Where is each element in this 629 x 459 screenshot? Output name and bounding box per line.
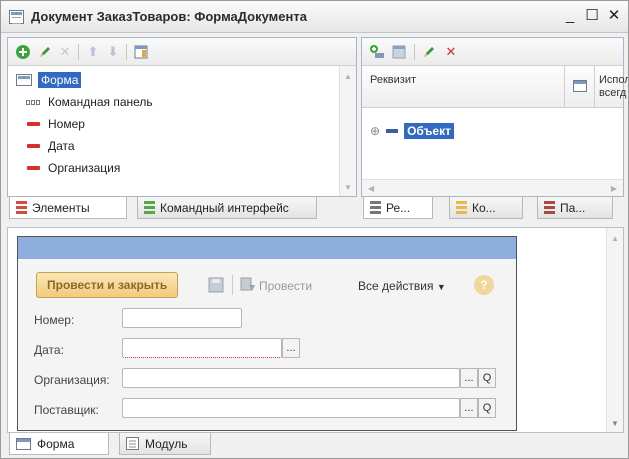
close-button[interactable]: ✕ xyxy=(605,7,623,25)
tree-item-label: Дата xyxy=(48,139,75,153)
tab-label: Элементы xyxy=(32,200,90,215)
scroll-up-icon[interactable]: ▲ xyxy=(344,72,352,81)
add-table-icon[interactable] xyxy=(390,43,408,61)
chevron-down-icon: ▼ xyxy=(436,282,446,292)
elements-toolbar: ✕ ⬆ ⬇ xyxy=(8,38,356,66)
tree-item-label: Форма xyxy=(38,72,82,88)
move-down-icon[interactable]: ⬇ xyxy=(104,43,122,61)
tab-module[interactable]: Модуль xyxy=(119,433,211,455)
scroll-left-icon[interactable]: ◀ xyxy=(368,184,374,193)
commands-tab-icon xyxy=(456,201,467,214)
column-always-use: Испол всегд xyxy=(594,66,628,107)
tree-item-organization[interactable]: Организация xyxy=(26,157,120,179)
organization-input[interactable] xyxy=(122,368,460,388)
minimize-button[interactable]: _ xyxy=(561,7,579,25)
tab-command-interface[interactable]: Командный интерфейс xyxy=(137,197,317,219)
tree-item-label: Командная панель xyxy=(48,95,153,109)
scroll-up-icon[interactable]: ▲ xyxy=(611,234,619,243)
document-icon xyxy=(9,10,24,24)
field-icon xyxy=(26,162,42,174)
edit-icon[interactable] xyxy=(36,43,54,61)
move-up-icon[interactable]: ⬆ xyxy=(84,43,102,61)
preview-vertical-scrollbar[interactable]: ▲ ▼ xyxy=(606,228,623,432)
scroll-down-icon[interactable]: ▼ xyxy=(344,183,352,192)
attribute-row-object[interactable]: ⊕ Объект xyxy=(370,122,454,140)
field-icon xyxy=(26,140,42,152)
tree-item-label: Организация xyxy=(48,161,121,175)
elements-tab-icon xyxy=(16,201,27,214)
title-bar: Документ ЗаказТоваров: ФормаДокумента _ … xyxy=(1,1,628,33)
help-button[interactable]: ? xyxy=(474,275,494,295)
window-title: Документ ЗаказТоваров: ФормаДокумента xyxy=(31,9,307,24)
edit-icon[interactable] xyxy=(420,43,438,61)
tree-item-form[interactable]: Форма xyxy=(16,69,82,91)
tab-label: Ко... xyxy=(472,200,496,215)
organization-search-icon[interactable]: Q xyxy=(478,368,496,388)
form-icon xyxy=(16,437,31,450)
tab-commands[interactable]: Ко... xyxy=(449,197,523,219)
supplier-search-icon[interactable]: Q xyxy=(478,398,496,418)
post-and-close-button[interactable]: Провести и закрыть xyxy=(36,272,179,298)
tab-form[interactable]: Форма xyxy=(9,433,109,455)
attributes-horizontal-scrollbar[interactable]: ◀ ▶ xyxy=(362,179,623,196)
add-attribute-icon[interactable] xyxy=(368,43,386,61)
tree-item-number[interactable]: Номер xyxy=(26,113,85,135)
form-preview-header xyxy=(18,237,516,259)
expand-icon[interactable]: ⊕ xyxy=(370,124,380,138)
supplier-input[interactable] xyxy=(122,398,460,418)
command-panel-icon xyxy=(26,96,42,108)
scroll-right-icon[interactable]: ▶ xyxy=(611,184,617,193)
form-designer-window: Документ ЗаказТоваров: ФормаДокумента _ … xyxy=(0,0,629,459)
tab-label: Форма xyxy=(37,436,75,451)
module-icon xyxy=(126,437,139,450)
command-interface-tab-icon xyxy=(144,201,155,214)
tab-label: Командный интерфейс xyxy=(160,200,289,215)
object-icon xyxy=(386,129,399,133)
attributes-panel: ✕ Реквизит Испол всегд ⊕ Объект ◀ ▶ xyxy=(361,37,628,197)
tab-label: Модуль xyxy=(145,436,188,451)
post-button[interactable]: Провести xyxy=(259,279,312,293)
attributes-toolbar: ✕ xyxy=(362,38,623,66)
attributes-tab-icon xyxy=(370,201,381,214)
field-label-supplier: Поставщик: xyxy=(34,403,99,417)
field-label-number: Номер: xyxy=(34,313,75,327)
tab-label: Па... xyxy=(560,200,586,215)
save-icon[interactable] xyxy=(208,277,224,296)
field-label-organization: Организация: xyxy=(34,373,110,387)
attribute-label: Объект xyxy=(404,123,454,139)
maximize-button[interactable]: ☐ xyxy=(583,7,601,25)
form-preview: Провести и закрыть Провести Все действия… xyxy=(17,236,517,431)
parameters-tab-icon xyxy=(544,201,555,214)
delete-icon[interactable]: ✕ xyxy=(442,43,460,61)
tree-item-date[interactable]: Дата xyxy=(26,135,75,157)
column-attribute: Реквизит xyxy=(370,74,416,86)
tree-item-command-panel[interactable]: Командная панель xyxy=(26,91,153,113)
date-input[interactable] xyxy=(122,338,282,358)
field-icon xyxy=(26,118,42,130)
all-actions-button[interactable]: Все действия ▼ xyxy=(358,279,446,293)
form-icon xyxy=(16,74,32,86)
elements-panel: ✕ ⬆ ⬇ Форма Командная панель Номер Дата xyxy=(7,37,357,197)
post-icon xyxy=(240,277,256,296)
tree-item-label: Номер xyxy=(48,117,85,131)
column-icon xyxy=(564,66,594,107)
organization-select-button[interactable]: ... xyxy=(460,368,478,388)
supplier-select-button[interactable]: ... xyxy=(460,398,478,418)
attributes-grid-header: Реквизит Испол всегд xyxy=(362,66,628,108)
date-select-button[interactable]: ... xyxy=(282,338,300,358)
field-label-date: Дата: xyxy=(34,343,64,357)
panel-icon[interactable] xyxy=(132,43,150,61)
tab-elements[interactable]: Элементы xyxy=(9,197,127,219)
scroll-down-icon[interactable]: ▼ xyxy=(611,419,619,428)
tab-label: Ре... xyxy=(386,200,411,215)
all-actions-label: Все действия xyxy=(358,279,434,293)
tab-attributes[interactable]: Ре... xyxy=(363,197,433,219)
elements-vertical-scrollbar[interactable]: ▲ ▼ xyxy=(339,66,356,196)
tab-parameters[interactable]: Па... xyxy=(537,197,613,219)
delete-icon[interactable]: ✕ xyxy=(56,43,74,61)
number-input[interactable] xyxy=(122,308,242,328)
toolbar-separator xyxy=(232,275,233,295)
add-icon[interactable] xyxy=(14,43,32,61)
